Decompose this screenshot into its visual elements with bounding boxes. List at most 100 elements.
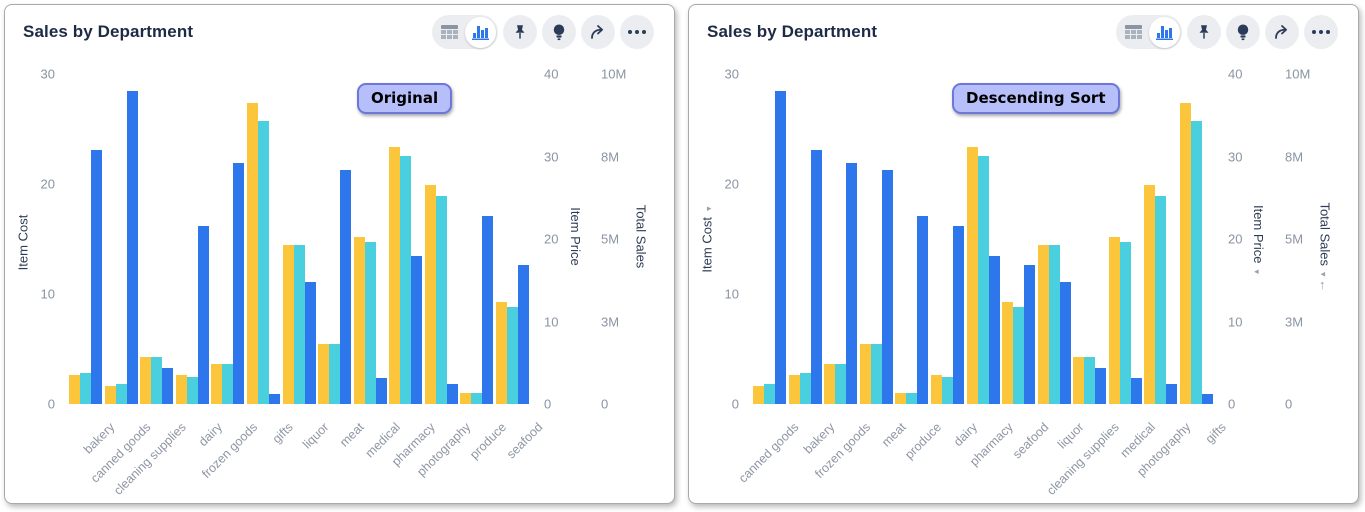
bar[interactable] (283, 245, 294, 405)
bar[interactable] (1013, 307, 1024, 404)
bar[interactable] (116, 384, 127, 404)
axis-tick: 30 (725, 67, 739, 82)
bar[interactable] (436, 196, 447, 404)
bar[interactable] (389, 147, 400, 404)
axis-tick: 10M (1285, 67, 1310, 82)
bar[interactable] (305, 282, 316, 404)
bar[interactable] (942, 377, 953, 404)
bar[interactable] (354, 237, 365, 404)
bar[interactable] (800, 373, 811, 404)
bar[interactable] (1131, 378, 1142, 404)
share-button[interactable] (581, 15, 615, 49)
bar[interactable] (1144, 185, 1155, 404)
bar[interactable] (1060, 282, 1071, 404)
bar-chart-icon (472, 24, 489, 40)
bar[interactable] (460, 393, 471, 404)
bar[interactable] (1002, 302, 1013, 404)
insights-button[interactable] (1226, 15, 1260, 49)
bar[interactable] (140, 357, 151, 404)
bar[interactable] (233, 163, 244, 404)
bar[interactable] (507, 307, 518, 404)
bar[interactable] (824, 364, 835, 404)
x-tick-label: produce (902, 420, 944, 462)
bar[interactable] (447, 384, 458, 404)
bar[interactable] (989, 256, 1000, 405)
bar[interactable] (258, 121, 269, 404)
bar[interactable] (105, 386, 116, 404)
ellipsis-icon (628, 30, 646, 34)
bar[interactable] (376, 378, 387, 404)
view-toggle (1116, 15, 1182, 49)
bar[interactable] (811, 150, 822, 404)
bar[interactable] (1109, 237, 1120, 404)
y-axis-label-item-price: Item Price▾ (1249, 74, 1269, 404)
table-view-button[interactable] (1118, 17, 1149, 48)
bar[interactable] (496, 302, 507, 404)
bar[interactable] (1191, 121, 1202, 404)
bar[interactable] (80, 373, 91, 404)
bar[interactable] (1073, 357, 1084, 404)
table-view-button[interactable] (434, 17, 465, 48)
bar[interactable] (187, 377, 198, 404)
bar[interactable] (69, 375, 80, 404)
bar[interactable] (978, 156, 989, 404)
bar[interactable] (895, 393, 906, 404)
share-button[interactable] (1265, 15, 1299, 49)
bar[interactable] (211, 364, 222, 404)
pin-button[interactable] (503, 15, 537, 49)
bar[interactable] (917, 216, 928, 404)
bar[interactable] (1202, 394, 1213, 404)
bar[interactable] (340, 170, 351, 404)
bar[interactable] (269, 394, 280, 404)
bar[interactable] (1095, 368, 1106, 404)
bar[interactable] (482, 216, 493, 404)
bar[interactable] (176, 375, 187, 404)
bar-chart-view-button[interactable] (465, 17, 496, 48)
bar[interactable] (1166, 384, 1177, 404)
x-axis-labels: canned goodsbakeryfrozen goodsmeatproduc… (753, 408, 1213, 503)
bar[interactable] (365, 242, 376, 404)
bar[interactable] (967, 147, 978, 404)
bar[interactable] (1084, 357, 1095, 404)
bar[interactable] (400, 156, 411, 404)
bar[interactable] (906, 393, 917, 404)
bar[interactable] (162, 368, 173, 404)
axis-tick: 0 (48, 397, 55, 412)
bar[interactable] (775, 91, 786, 405)
bar[interactable] (753, 386, 764, 404)
bar[interactable] (931, 375, 942, 404)
pin-button[interactable] (1187, 15, 1221, 49)
bar[interactable] (764, 384, 775, 404)
bar[interactable] (329, 344, 340, 404)
bar[interactable] (789, 375, 800, 404)
bar[interactable] (1049, 245, 1060, 404)
sort-indicator: ▾ (1253, 269, 1263, 274)
bar[interactable] (871, 344, 882, 404)
bar[interactable] (882, 170, 893, 404)
bar[interactable] (294, 245, 305, 404)
more-options-button[interactable] (1304, 15, 1338, 49)
bar[interactable] (425, 185, 436, 404)
bar-chart-view-button[interactable] (1149, 17, 1180, 48)
bar[interactable] (1155, 196, 1166, 404)
bar[interactable] (1180, 103, 1191, 404)
bar[interactable] (318, 344, 329, 405)
bar[interactable] (860, 344, 871, 405)
bar[interactable] (835, 364, 846, 404)
bar[interactable] (846, 163, 857, 404)
bar[interactable] (1120, 242, 1131, 404)
bar[interactable] (127, 91, 138, 405)
bar[interactable] (471, 393, 482, 404)
bar[interactable] (151, 357, 162, 404)
insights-button[interactable] (542, 15, 576, 49)
bar[interactable] (198, 226, 209, 404)
more-options-button[interactable] (620, 15, 654, 49)
bar[interactable] (222, 364, 233, 404)
bar[interactable] (518, 265, 529, 404)
bar[interactable] (411, 256, 422, 405)
bar[interactable] (1024, 265, 1035, 404)
bar[interactable] (247, 103, 258, 404)
bar[interactable] (1038, 245, 1049, 405)
bar[interactable] (91, 150, 102, 404)
bar[interactable] (953, 226, 964, 404)
